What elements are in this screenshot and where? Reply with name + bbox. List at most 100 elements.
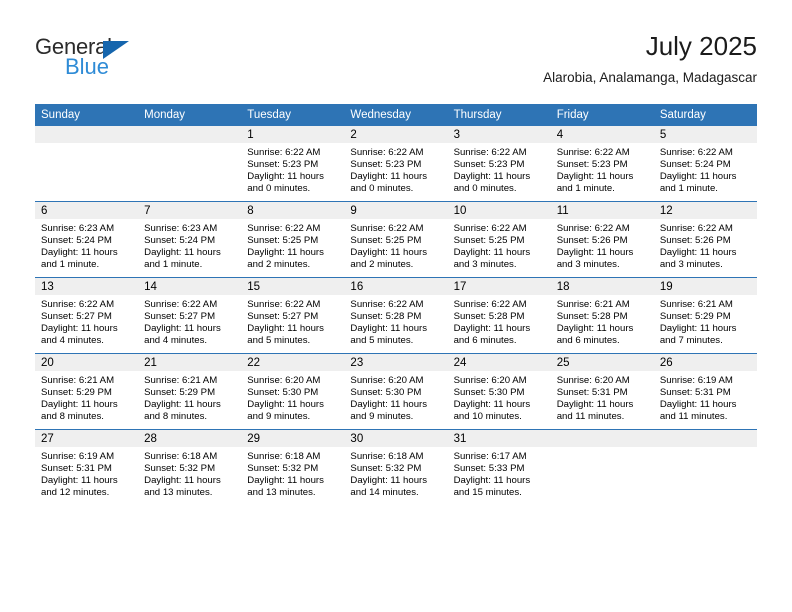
day-details xyxy=(35,143,138,147)
day-detail-sunset: Sunset: 5:29 PM xyxy=(41,387,112,399)
calendar-day-cell[interactable]: 30 Sunrise: 6:18 AM Sunset: 5:32 PM Dayligh… xyxy=(344,429,448,505)
calendar-day-cell-empty xyxy=(35,126,139,202)
day-number xyxy=(138,126,242,143)
calendar-day-cell-empty xyxy=(138,126,242,202)
calendar-day-cell[interactable]: 8 Sunrise: 6:22 AM Sunset: 5:25 PM Daylight… xyxy=(241,201,345,278)
day-detail-sunset: Sunset: 5:23 PM xyxy=(247,159,319,171)
day-detail-daylight1: Daylight: 11 hours xyxy=(144,399,221,411)
day-number: 7 xyxy=(138,202,242,219)
calendar-day-cell[interactable]: 1 Sunrise: 6:22 AM Sunset: 5:23 PM Daylight… xyxy=(241,126,345,202)
day-detail-daylight2: and 1 minute. xyxy=(659,183,718,195)
day-details: Sunrise: 6:21 AM Sunset: 5:28 PM Daylight:… xyxy=(551,295,654,347)
calendar-day-cell[interactable]: 10 Sunrise: 6:22 AM Sunset: 5:25 PM Dayligh… xyxy=(447,201,551,278)
day-detail-daylight2: and 9 minutes. xyxy=(350,411,414,423)
day-detail-sunset: Sunset: 5:28 PM xyxy=(350,311,422,323)
calendar-day-cell[interactable]: 22 Sunrise: 6:20 AM Sunset: 5:30 PM Dayligh… xyxy=(241,353,345,430)
calendar-day-cell[interactable]: 15 Sunrise: 6:22 AM Sunset: 5:27 PM Dayligh… xyxy=(241,277,345,354)
day-number: 13 xyxy=(35,278,139,295)
day-detail-sunset: Sunset: 5:31 PM xyxy=(41,463,112,475)
day-detail-sunrise: Sunrise: 6:22 AM xyxy=(41,299,115,310)
day-detail-sunrise: Sunrise: 6:22 AM xyxy=(350,299,424,310)
day-detail-daylight2: and 6 minutes. xyxy=(556,335,620,347)
day-details: Sunrise: 6:22 AM Sunset: 5:23 PM Daylight:… xyxy=(344,143,447,195)
day-detail-daylight1: Daylight: 11 hours xyxy=(659,247,737,259)
day-number: 3 xyxy=(447,126,551,143)
calendar-day-cell[interactable]: 29 Sunrise: 6:18 AM Sunset: 5:32 PM Dayligh… xyxy=(241,429,345,505)
day-number: 19 xyxy=(653,278,757,295)
day-details: Sunrise: 6:18 AM Sunset: 5:32 PM Daylight:… xyxy=(241,447,344,499)
day-detail-daylight2: and 2 minutes. xyxy=(247,259,311,271)
day-number: 15 xyxy=(241,278,345,295)
calendar-day-cell[interactable]: 5 Sunrise: 6:22 AM Sunset: 5:24 PM Daylight… xyxy=(653,126,757,202)
calendar-day-cell[interactable]: 31 Sunrise: 6:17 AM Sunset: 5:33 PM Dayligh… xyxy=(447,429,551,505)
calendar-day-cell[interactable]: 23 Sunrise: 6:20 AM Sunset: 5:30 PM Dayligh… xyxy=(344,353,448,430)
calendar-day-cell[interactable]: 11 Sunrise: 6:22 AM Sunset: 5:26 PM Dayligh… xyxy=(550,201,654,278)
day-detail-daylight2: and 13 minutes. xyxy=(144,487,213,499)
calendar-day-cell[interactable]: 18 Sunrise: 6:21 AM Sunset: 5:28 PM Dayligh… xyxy=(550,277,654,354)
calendar-day-cell[interactable]: 2 Sunrise: 6:22 AM Sunset: 5:23 PM Daylight… xyxy=(344,126,448,202)
calendar-day-cell[interactable]: 26 Sunrise: 6:19 AM Sunset: 5:31 PM Dayligh… xyxy=(653,353,757,430)
day-detail-sunrise: Sunrise: 6:17 AM xyxy=(453,451,527,462)
day-number: 21 xyxy=(138,354,242,371)
day-details: Sunrise: 6:22 AM Sunset: 5:25 PM Daylight:… xyxy=(344,219,447,271)
day-number: 20 xyxy=(35,354,139,371)
day-detail-daylight2: and 0 minutes. xyxy=(247,183,311,195)
calendar-day-cell[interactable]: 3 Sunrise: 6:22 AM Sunset: 5:23 PM Daylight… xyxy=(447,126,551,202)
day-detail-sunrise: Sunrise: 6:22 AM xyxy=(247,147,321,158)
weekday-header-tuesday: Tuesday xyxy=(241,104,345,126)
calendar-day-cell[interactable]: 16 Sunrise: 6:22 AM Sunset: 5:28 PM Dayligh… xyxy=(344,277,448,354)
calendar-day-cell[interactable]: 25 Sunrise: 6:20 AM Sunset: 5:31 PM Dayligh… xyxy=(550,353,654,430)
day-detail-daylight1: Daylight: 11 hours xyxy=(350,475,428,487)
day-number: 12 xyxy=(653,202,757,219)
day-details: Sunrise: 6:20 AM Sunset: 5:30 PM Daylight:… xyxy=(448,371,551,423)
day-detail-sunset: Sunset: 5:32 PM xyxy=(144,463,216,475)
calendar-day-cell[interactable]: 20 Sunrise: 6:21 AM Sunset: 5:29 PM Dayligh… xyxy=(35,353,139,430)
calendar-day-cell[interactable]: 21 Sunrise: 6:21 AM Sunset: 5:29 PM Dayligh… xyxy=(138,353,242,430)
day-detail-daylight1: Daylight: 11 hours xyxy=(41,323,118,335)
calendar-day-cell[interactable]: 13 Sunrise: 6:22 AM Sunset: 5:27 PM Dayligh… xyxy=(35,277,139,354)
day-details: Sunrise: 6:22 AM Sunset: 5:27 PM Daylight:… xyxy=(35,295,138,347)
day-details: Sunrise: 6:22 AM Sunset: 5:23 PM Daylight:… xyxy=(551,143,654,195)
calendar-day-cell[interactable]: 4 Sunrise: 6:22 AM Sunset: 5:23 PM Daylight… xyxy=(550,126,654,202)
calendar-day-cell[interactable]: 24 Sunrise: 6:20 AM Sunset: 5:30 PM Dayligh… xyxy=(447,353,551,430)
day-detail-daylight1: Daylight: 11 hours xyxy=(144,475,221,487)
day-detail-daylight1: Daylight: 11 hours xyxy=(453,171,531,183)
day-details: Sunrise: 6:22 AM Sunset: 5:26 PM Daylight:… xyxy=(654,219,757,271)
day-detail-daylight2: and 15 minutes. xyxy=(453,487,522,499)
day-details: Sunrise: 6:23 AM Sunset: 5:24 PM Daylight:… xyxy=(138,219,241,271)
calendar-day-cell[interactable]: 27 Sunrise: 6:19 AM Sunset: 5:31 PM Dayligh… xyxy=(35,429,139,505)
calendar-page: General Blue July 2025 Alarobia, Analama… xyxy=(0,0,792,612)
day-detail-daylight2: and 0 minutes. xyxy=(453,183,517,195)
day-detail-sunrise: Sunrise: 6:18 AM xyxy=(144,451,218,462)
day-details: Sunrise: 6:22 AM Sunset: 5:28 PM Daylight:… xyxy=(448,295,551,347)
weekday-header-sunday: Sunday xyxy=(35,104,139,126)
day-detail-daylight1: Daylight: 11 hours xyxy=(247,247,324,259)
general-blue-logo[interactable]: General Blue xyxy=(35,36,165,84)
calendar-day-cell[interactable]: 19 Sunrise: 6:21 AM Sunset: 5:29 PM Dayligh… xyxy=(653,277,757,354)
calendar-day-cell[interactable]: 17 Sunrise: 6:22 AM Sunset: 5:28 PM Dayligh… xyxy=(447,277,551,354)
calendar-day-cell[interactable]: 7 Sunrise: 6:23 AM Sunset: 5:24 PM Daylight… xyxy=(138,201,242,278)
day-details: Sunrise: 6:22 AM Sunset: 5:27 PM Daylight:… xyxy=(138,295,241,347)
calendar-day-cell[interactable]: 28 Sunrise: 6:18 AM Sunset: 5:32 PM Dayligh… xyxy=(138,429,242,505)
day-detail-daylight1: Daylight: 11 hours xyxy=(41,247,118,259)
day-detail-daylight1: Daylight: 11 hours xyxy=(453,247,531,259)
calendar-day-cell[interactable]: 12 Sunrise: 6:22 AM Sunset: 5:26 PM Dayligh… xyxy=(653,201,757,278)
day-number: 29 xyxy=(241,430,345,447)
day-detail-sunset: Sunset: 5:28 PM xyxy=(556,311,628,323)
day-detail-sunrise: Sunrise: 6:22 AM xyxy=(247,223,321,234)
day-detail-daylight2: and 11 minutes. xyxy=(556,411,625,423)
day-number: 6 xyxy=(35,202,139,219)
day-detail-sunset: Sunset: 5:26 PM xyxy=(556,235,628,247)
day-details: Sunrise: 6:20 AM Sunset: 5:31 PM Daylight:… xyxy=(551,371,654,423)
calendar-day-cell[interactable]: 14 Sunrise: 6:22 AM Sunset: 5:27 PM Dayligh… xyxy=(138,277,242,354)
day-detail-sunset: Sunset: 5:26 PM xyxy=(659,235,731,247)
calendar-table: Sunday Monday Tuesday Wednesday Thursday… xyxy=(35,104,757,505)
day-detail-sunrise: Sunrise: 6:21 AM xyxy=(659,299,733,310)
day-number xyxy=(35,126,139,143)
day-detail-daylight1: Daylight: 11 hours xyxy=(453,475,531,487)
day-detail-daylight1: Daylight: 11 hours xyxy=(350,247,428,259)
calendar-day-cell[interactable]: 6 Sunrise: 6:23 AM Sunset: 5:24 PM Daylight… xyxy=(35,201,139,278)
calendar-day-cell[interactable]: 9 Sunrise: 6:22 AM Sunset: 5:25 PM Daylight… xyxy=(344,201,448,278)
calendar-day-cell-empty xyxy=(550,429,654,505)
day-detail-daylight1: Daylight: 11 hours xyxy=(659,399,737,411)
